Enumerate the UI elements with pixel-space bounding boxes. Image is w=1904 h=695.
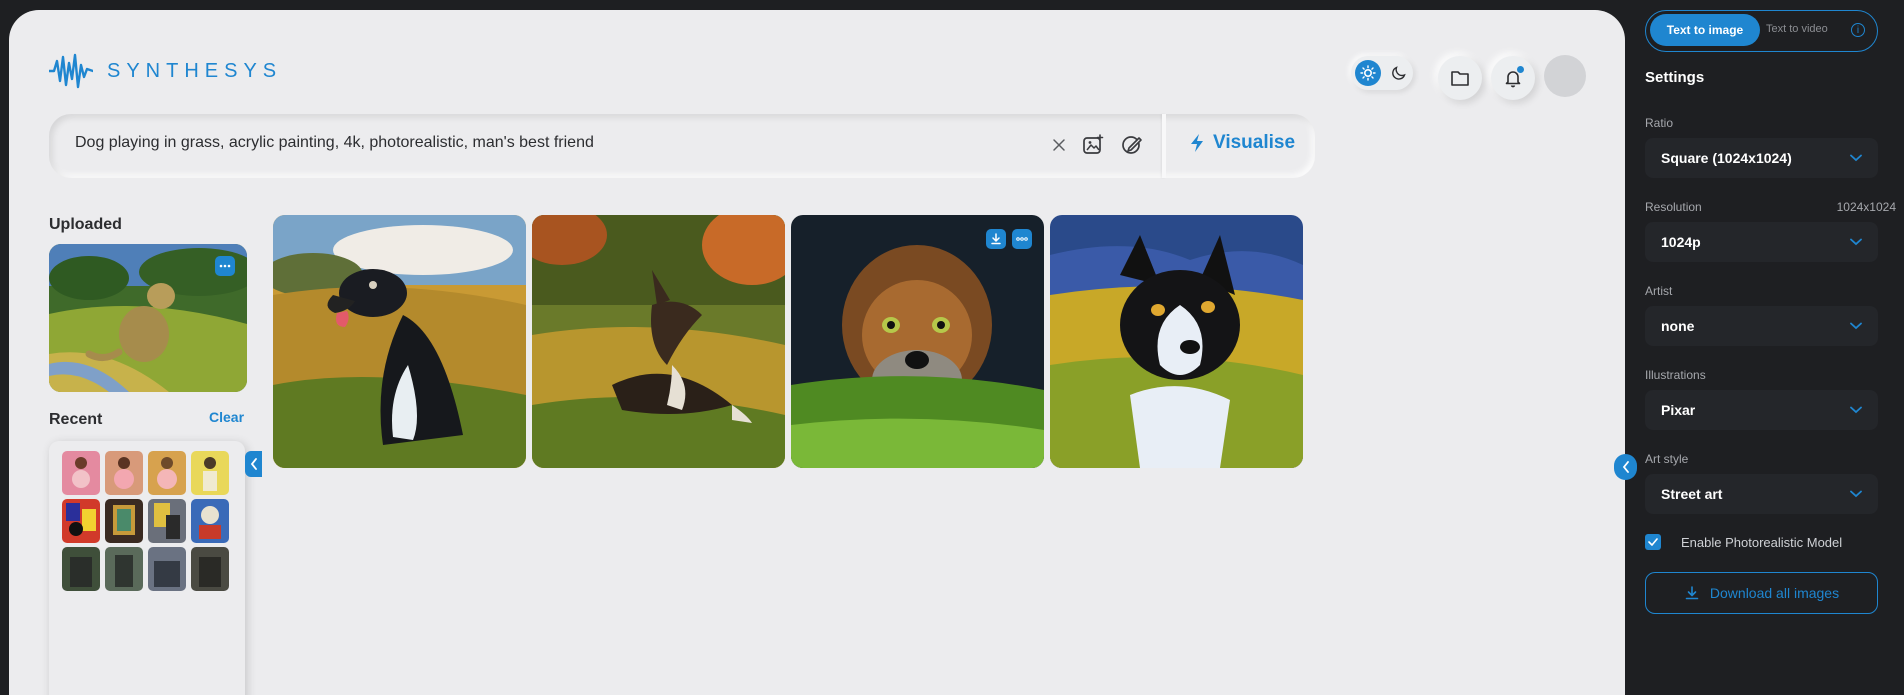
artist-select[interactable]: none [1645,306,1878,346]
chevron-left-icon [1622,461,1629,473]
waveform-logo-icon [49,53,93,89]
checkmark-icon [1648,538,1658,546]
more-options-icon[interactable] [1012,229,1032,249]
chevron-left-icon [250,458,257,470]
chevron-down-icon [1850,490,1862,498]
recent-thumb[interactable] [148,499,186,543]
visualise-button[interactable]: Visualise [1189,132,1295,154]
recent-thumb[interactable] [191,451,229,495]
resolution-label: Resolution [1645,200,1702,214]
download-all-label: Download all images [1709,585,1840,601]
brand-name: SYNTHESYS [107,59,283,82]
settings-title: Settings [1645,69,1705,86]
mode-switch: Text to image Text to video i [1645,10,1878,52]
collapse-gallery-button[interactable] [245,451,262,477]
image-actions [986,229,1032,249]
generated-image[interactable] [1050,215,1303,468]
illustrations-label: Illustrations [1645,368,1706,382]
resolution-value: 1024p [1661,234,1701,250]
illustrations-select[interactable]: Pixar [1645,390,1878,430]
chevron-down-icon [1850,154,1862,162]
generated-image[interactable] [791,215,1044,468]
prompt-input[interactable]: Dog playing in grass, acrylic painting, … [75,134,594,152]
resolution-select[interactable]: 1024p [1645,222,1878,262]
notifications-button[interactable] [1491,56,1535,100]
info-icon[interactable]: i [1851,23,1865,37]
chevron-down-icon [1850,322,1862,330]
moon-icon[interactable] [1389,63,1409,83]
uploaded-image[interactable] [49,244,247,392]
art-style-label: Art style [1645,452,1689,466]
generated-image[interactable] [273,215,526,468]
chevron-down-icon [1850,406,1862,414]
download-icon [1685,586,1699,600]
photorealistic-checkbox[interactable] [1645,534,1661,550]
recent-thumb[interactable] [62,547,100,591]
recent-thumb[interactable] [191,499,229,543]
tab-text-to-image[interactable]: Text to image [1650,14,1760,46]
lightning-icon [1191,134,1203,152]
download-icon[interactable] [986,229,1006,249]
download-all-button[interactable]: Download all images [1645,572,1878,614]
folder-icon [1451,71,1469,86]
ratio-value: Square (1024x1024) [1661,150,1792,166]
recent-thumb[interactable] [105,547,143,591]
artist-value: none [1661,318,1695,334]
main-panel: SYNTHESYS Dog playing in grass, acrylic … [9,10,1625,695]
recent-thumb[interactable] [62,499,100,543]
artist-label: Artist [1645,284,1673,298]
sun-icon[interactable] [1355,60,1381,86]
theme-toggle[interactable] [1351,56,1413,90]
close-icon[interactable] [1044,130,1074,160]
recent-thumb[interactable] [105,499,143,543]
recent-gallery [49,441,245,695]
chevron-down-icon [1850,238,1862,246]
visualise-label: Visualise [1213,132,1296,153]
recent-thumb[interactable] [191,547,229,591]
recent-thumb[interactable] [105,451,143,495]
uploaded-title: Uploaded [49,216,122,233]
recent-thumb[interactable] [148,451,186,495]
recent-thumb[interactable] [148,547,186,591]
collapse-sidebar-button[interactable] [1614,454,1637,480]
photorealistic-option[interactable]: Enable Photorealistic Model [1645,534,1842,550]
ratio-select[interactable]: Square (1024x1024) [1645,138,1878,178]
settings-sidebar: Text to image Text to video i Settings R… [1645,0,1904,695]
add-image-icon[interactable] [1078,130,1108,160]
folder-button[interactable] [1438,56,1482,100]
art-style-value: Street art [1661,486,1723,502]
edit-brush-icon[interactable] [1117,130,1147,160]
generated-image[interactable] [532,215,785,468]
ratio-label: Ratio [1645,116,1674,130]
notification-dot [1516,65,1525,74]
tab-text-to-video[interactable]: Text to video [1766,23,1828,35]
avatar[interactable] [1544,55,1586,97]
illustrations-value: Pixar [1661,402,1696,418]
prompt-bar: Dog playing in grass, acrylic painting, … [49,114,1315,178]
prompt-divider [1162,114,1166,178]
resolution-hint: 1024x1024 [1836,200,1896,214]
recent-title: Recent [49,411,103,428]
more-options-icon[interactable] [215,256,235,276]
clear-recent-link[interactable]: Clear [209,409,244,425]
logo[interactable]: SYNTHESYS [49,53,282,89]
photorealistic-label: Enable Photorealistic Model [1681,534,1843,550]
recent-thumb[interactable] [62,451,100,495]
art-style-select[interactable]: Street art [1645,474,1878,514]
